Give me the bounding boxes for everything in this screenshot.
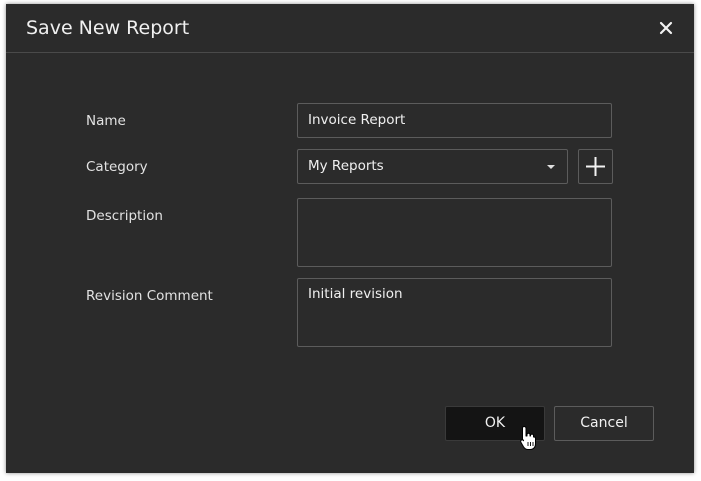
dialog-header: Save New Report — [6, 4, 694, 53]
category-label: Category — [86, 159, 148, 175]
revision-comment-textarea[interactable]: Initial revision — [297, 278, 612, 347]
close-icon — [659, 21, 673, 35]
dialog-title: Save New Report — [26, 17, 190, 39]
category-select-value: My Reports — [308, 158, 384, 174]
add-category-button[interactable] — [578, 149, 613, 184]
name-input[interactable]: Invoice Report — [297, 103, 612, 138]
name-label: Name — [86, 113, 126, 129]
plus-icon — [586, 157, 605, 176]
cancel-button[interactable]: Cancel — [554, 406, 654, 441]
description-textarea[interactable] — [297, 198, 612, 267]
category-select[interactable]: My Reports — [297, 149, 568, 184]
hand-cursor-icon — [520, 426, 536, 450]
revision-comment-label: Revision Comment — [86, 288, 213, 304]
description-label: Description — [86, 208, 163, 224]
close-button[interactable] — [654, 16, 678, 40]
chevron-down-icon — [547, 165, 555, 169]
save-report-dialog: Save New Report Name Invoice Report Cate… — [6, 4, 694, 473]
